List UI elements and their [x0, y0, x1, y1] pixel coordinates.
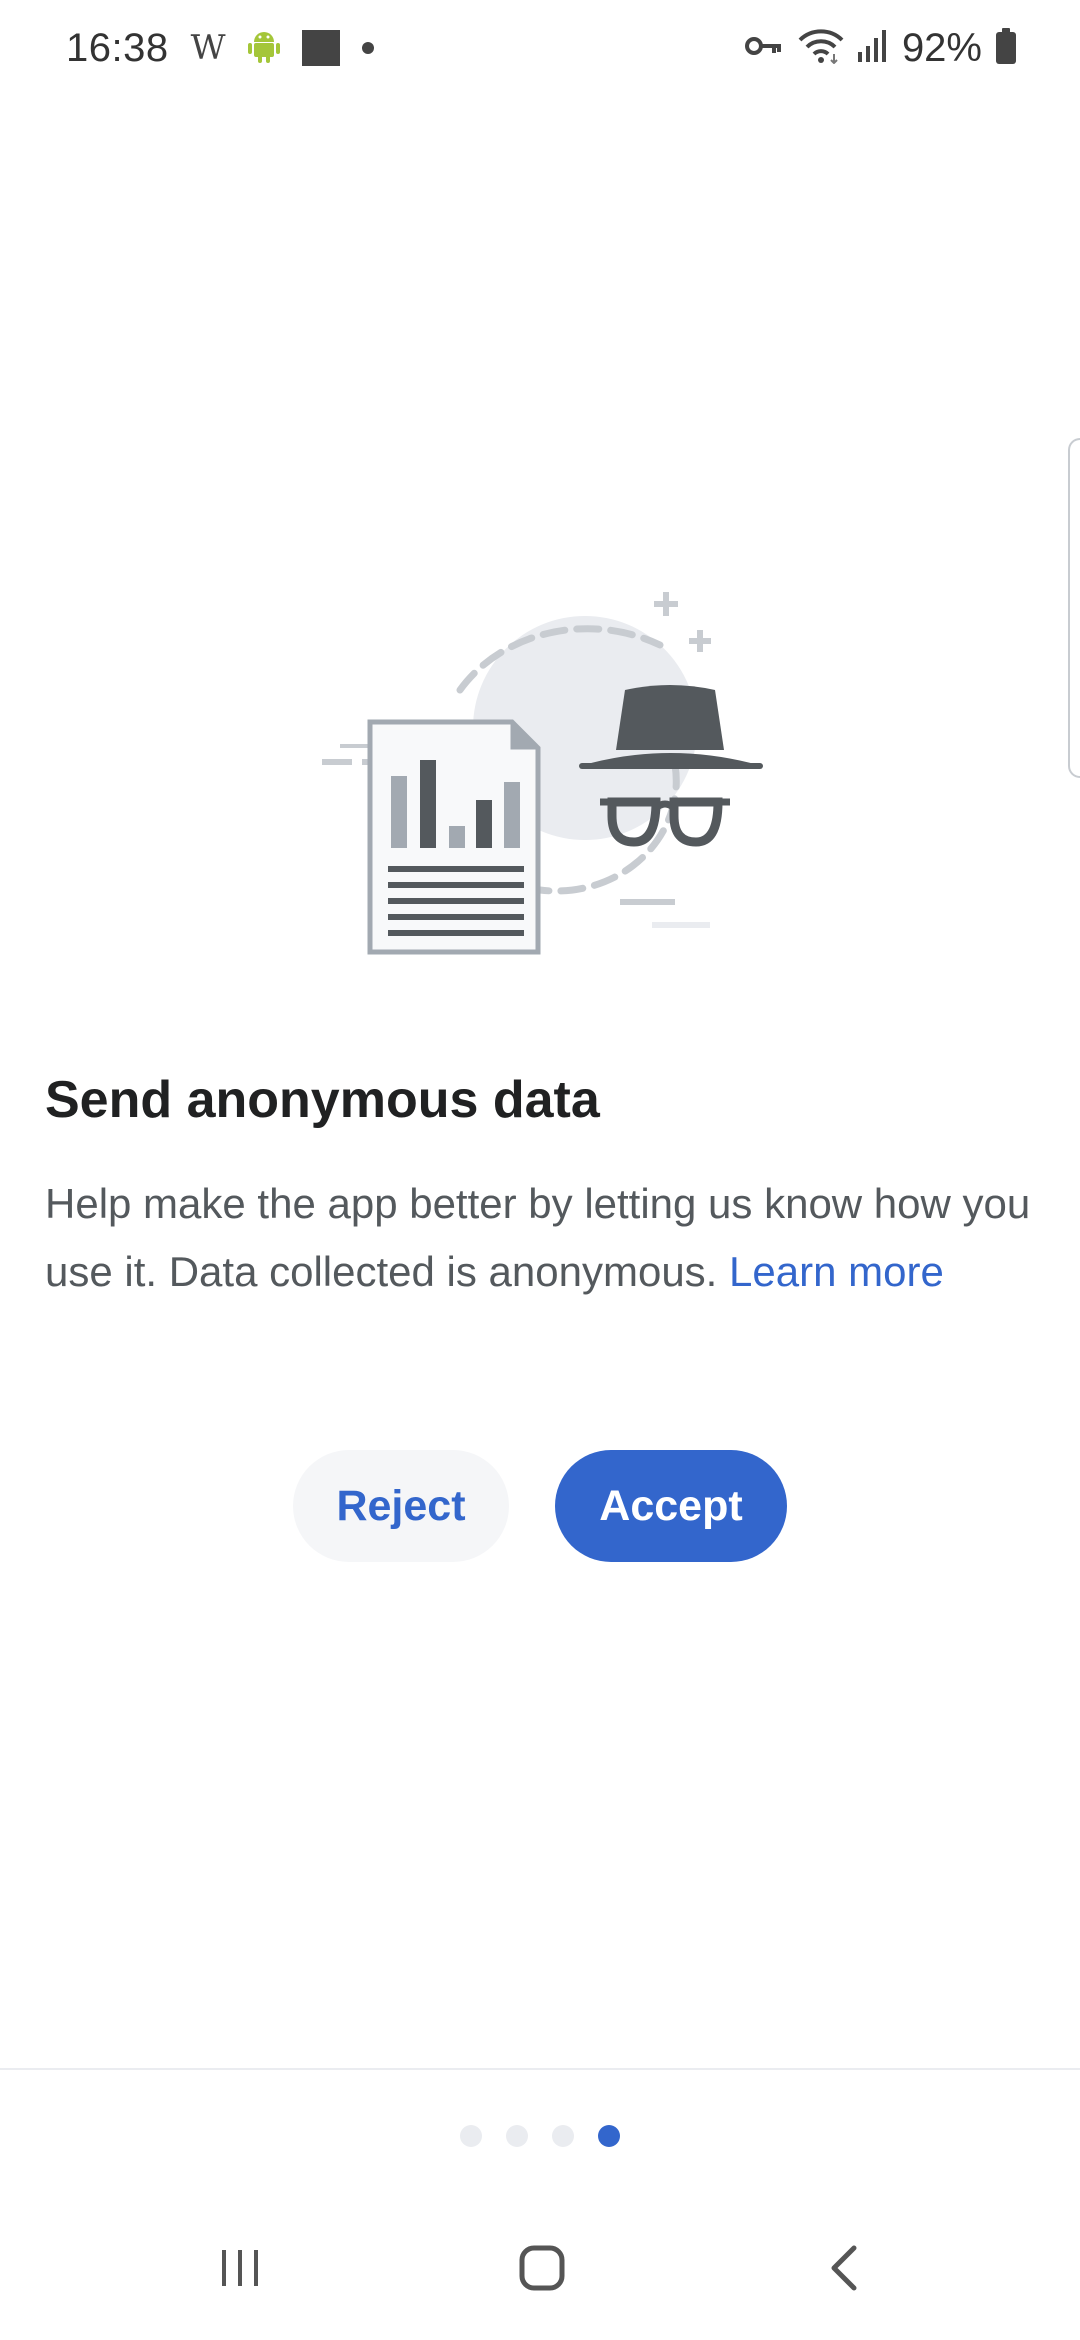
dot-icon — [361, 42, 374, 54]
wikipedia-w-icon: W — [190, 28, 226, 68]
description-text: Help make the app better by letting us k… — [45, 1170, 1035, 1306]
recents-button[interactable] — [180, 2220, 300, 2320]
status-bar: 16:38 W 92% — [0, 0, 1080, 96]
status-left: 16:38 W — [66, 26, 374, 71]
edge-panel-handle[interactable] — [1068, 438, 1080, 778]
square-icon — [301, 30, 340, 66]
home-icon — [518, 2244, 566, 2297]
learn-more-link[interactable]: Learn more — [729, 1248, 944, 1295]
status-time: 16:38 — [66, 25, 169, 70]
back-button[interactable] — [784, 2220, 904, 2320]
reject-button[interactable]: Reject — [293, 1450, 509, 1562]
page-dot-3[interactable] — [552, 2125, 574, 2147]
wifi-icon — [798, 28, 844, 69]
status-right: 92% — [744, 26, 1016, 71]
home-button[interactable] — [482, 2220, 602, 2320]
bottom-divider — [0, 2068, 1080, 2070]
battery-percent: 92% — [901, 25, 982, 70]
page-dot-1[interactable] — [460, 2125, 482, 2147]
page-indicator — [0, 2125, 1080, 2147]
page-dot-2[interactable] — [506, 2125, 528, 2147]
screen: 16:38 W 92% Send anonymous data Help mak… — [0, 0, 1080, 2340]
navigation-bar — [0, 2220, 1080, 2320]
page-title: Send anonymous data — [45, 1071, 600, 1129]
signal-icon — [857, 29, 888, 67]
android-icon — [247, 28, 280, 69]
back-icon — [824, 2244, 864, 2297]
battery-icon — [996, 28, 1016, 64]
accept-button[interactable]: Accept — [555, 1450, 787, 1562]
vpn-key-icon — [744, 33, 784, 64]
anonymous-data-illustration — [300, 580, 780, 970]
page-dot-4-active[interactable] — [598, 2125, 620, 2147]
recents-icon — [218, 2246, 262, 2295]
